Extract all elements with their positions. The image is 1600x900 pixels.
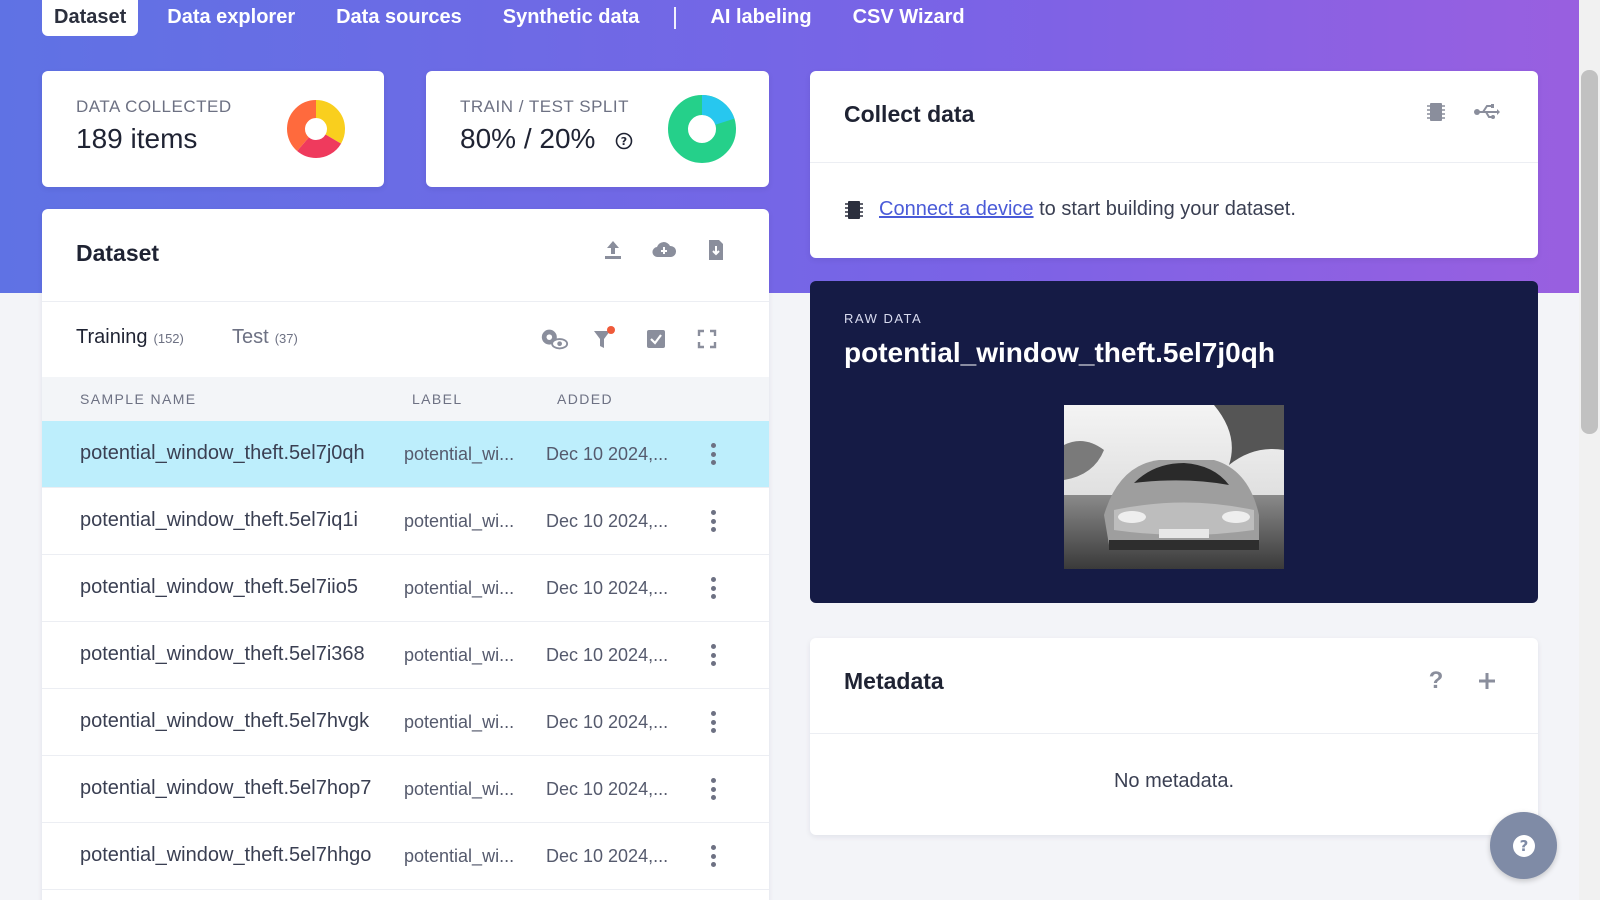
- sample-added: Dec 10 2024,...: [546, 444, 669, 464]
- sample-added: Dec 10 2024,...: [546, 846, 669, 866]
- dataset-card: Dataset Training (152) Test (37) SAMPLE NA…: [42, 209, 769, 900]
- sample-label: potential_wi...: [404, 779, 515, 799]
- metadata-card: Metadata ? No metadata.: [810, 638, 1538, 835]
- filter-icon[interactable]: [589, 324, 619, 354]
- usb-icon[interactable]: [1472, 97, 1502, 127]
- table-row[interactable]: potential_window_theft.5el7hop7 potential…: [42, 756, 769, 823]
- cloud-upload-icon[interactable]: [649, 235, 679, 265]
- device-chip-icon[interactable]: [1421, 97, 1451, 127]
- column-added[interactable]: ADDED: [557, 391, 613, 407]
- column-label[interactable]: LABEL: [412, 391, 463, 407]
- collect-divider: [810, 162, 1538, 163]
- sample-name: potential_window_theft.5el7iio5: [80, 576, 358, 598]
- raw-data-panel: RAW DATA potential_window_theft.5el7j0qh: [810, 281, 1538, 603]
- table-row[interactable]: potential_window_theft.5el7hvgk potential…: [42, 689, 769, 756]
- label-distribution-donut-icon: [287, 100, 345, 158]
- connect-device-rest: to start building your dataset.: [1033, 198, 1296, 220]
- split-value: 80% / 20%: [460, 123, 596, 154]
- sample-label: potential_wi...: [404, 578, 515, 598]
- test-label: Test: [232, 326, 269, 348]
- device-chip-icon: [845, 201, 863, 219]
- more-options-icon[interactable]: [710, 778, 716, 800]
- data-collected-value: 189 items: [76, 123, 198, 154]
- sample-added: Dec 10 2024,...: [546, 712, 669, 732]
- sample-added: Dec 10 2024,...: [546, 511, 669, 531]
- svg-text:?: ?: [1519, 837, 1528, 855]
- tab-data-explorer[interactable]: Data explorer: [155, 0, 307, 36]
- help-icon: ?: [1512, 834, 1535, 857]
- tab-data-sources[interactable]: Data sources: [324, 0, 474, 36]
- help-fab-button[interactable]: ?: [1490, 812, 1557, 879]
- add-metadata-icon[interactable]: [1472, 666, 1502, 696]
- sample-added: Dec 10 2024,...: [546, 578, 669, 598]
- table-row[interactable]: potential_window_theft.5el7hhgo potential…: [42, 823, 769, 890]
- table-row[interactable]: potential_window_theft.5el7iio5 potential…: [42, 555, 769, 622]
- more-options-icon[interactable]: [710, 443, 716, 465]
- sample-image: [1064, 405, 1284, 569]
- connect-device-link[interactable]: Connect a device: [879, 198, 1034, 220]
- split-donut-icon: [668, 95, 736, 163]
- metadata-empty-message: No metadata.: [1113, 770, 1235, 792]
- data-collected-label: DATA COLLECTED: [76, 97, 232, 116]
- svg-text:?: ?: [621, 135, 627, 148]
- sample-label: potential_wi...: [404, 444, 515, 464]
- upload-icon[interactable]: [598, 235, 628, 265]
- tab-training[interactable]: Training (152): [76, 326, 184, 349]
- test-count: (37): [274, 331, 298, 346]
- metadata-divider: [810, 733, 1538, 734]
- select-checkbox-icon[interactable]: [641, 324, 671, 354]
- table-row[interactable]: potential_window_theft.5el7i368 potential…: [42, 622, 769, 689]
- collect-data-title: Collect data: [844, 101, 975, 127]
- sample-label: potential_wi...: [404, 846, 515, 866]
- sample-name: potential_window_theft.5el7i368: [80, 643, 365, 665]
- nav-separator: [674, 7, 677, 29]
- export-icon[interactable]: [701, 235, 731, 265]
- more-options-icon[interactable]: [710, 577, 716, 599]
- sample-name: potential_window_theft.5el7hop7: [80, 777, 372, 799]
- sample-label: potential_wi...: [404, 712, 515, 732]
- tab-ai-labeling[interactable]: AI labeling: [698, 0, 823, 36]
- raw-data-label: RAW DATA: [844, 311, 923, 326]
- sample-added: Dec 10 2024,...: [546, 645, 669, 665]
- page-scrollbar[interactable]: [1579, 0, 1600, 900]
- dataset-title: Dataset: [76, 240, 160, 266]
- scrollbar-thumb[interactable]: [1581, 70, 1598, 434]
- table-row[interactable]: potential_window_theft.5el7j0qh potential…: [42, 421, 769, 488]
- more-options-icon[interactable]: [710, 510, 716, 532]
- fullscreen-icon[interactable]: [692, 324, 722, 354]
- table-row[interactable]: potential_window_theft.5el7iq1i potential…: [42, 488, 769, 555]
- tab-csv-wizard[interactable]: CSV Wizard: [841, 0, 977, 36]
- sample-name: potential_window_theft.5el7hhgo: [80, 844, 372, 866]
- sample-name: potential_window_theft.5el7j0qh: [80, 442, 365, 464]
- connect-device-message: Connect a device to start building your …: [879, 198, 1296, 221]
- metadata-title: Metadata: [844, 668, 944, 694]
- more-options-icon[interactable]: [710, 711, 716, 733]
- more-options-icon[interactable]: [710, 644, 716, 666]
- more-options-icon[interactable]: [710, 845, 716, 867]
- table-header: SAMPLE NAME LABEL ADDED: [42, 377, 769, 421]
- tab-dataset[interactable]: Dataset: [42, 0, 139, 36]
- training-count: (152): [153, 331, 184, 346]
- metadata-help-icon[interactable]: ?: [1421, 666, 1451, 696]
- sample-name: potential_window_theft.5el7iq1i: [80, 509, 358, 531]
- collect-data-card: Collect data Connect a device to start b…: [810, 71, 1538, 258]
- train-test-split-card: TRAIN / TEST SPLIT 80% / 20% ?: [426, 71, 769, 187]
- split-label: TRAIN / TEST SPLIT: [460, 97, 629, 116]
- sample-added: Dec 10 2024,...: [546, 779, 669, 799]
- top-nav: Dataset Data explorer Data sources Synth…: [42, 0, 994, 36]
- view-settings-icon[interactable]: [539, 324, 569, 354]
- sample-label: potential_wi...: [404, 645, 515, 665]
- tab-synthetic-data[interactable]: Synthetic data: [491, 0, 652, 36]
- training-label: Training: [76, 326, 148, 348]
- sample-label: potential_wi...: [404, 511, 515, 531]
- help-icon[interactable]: ?: [615, 132, 633, 150]
- raw-data-title: potential_window_theft.5el7j0qh: [844, 337, 1275, 368]
- data-collected-card: DATA COLLECTED 189 items: [42, 71, 384, 187]
- sample-name: potential_window_theft.5el7hvgk: [80, 710, 370, 732]
- tab-test[interactable]: Test (37): [232, 326, 298, 349]
- column-sample-name[interactable]: SAMPLE NAME: [80, 391, 197, 407]
- dataset-tabs: Training (152) Test (37): [42, 301, 769, 377]
